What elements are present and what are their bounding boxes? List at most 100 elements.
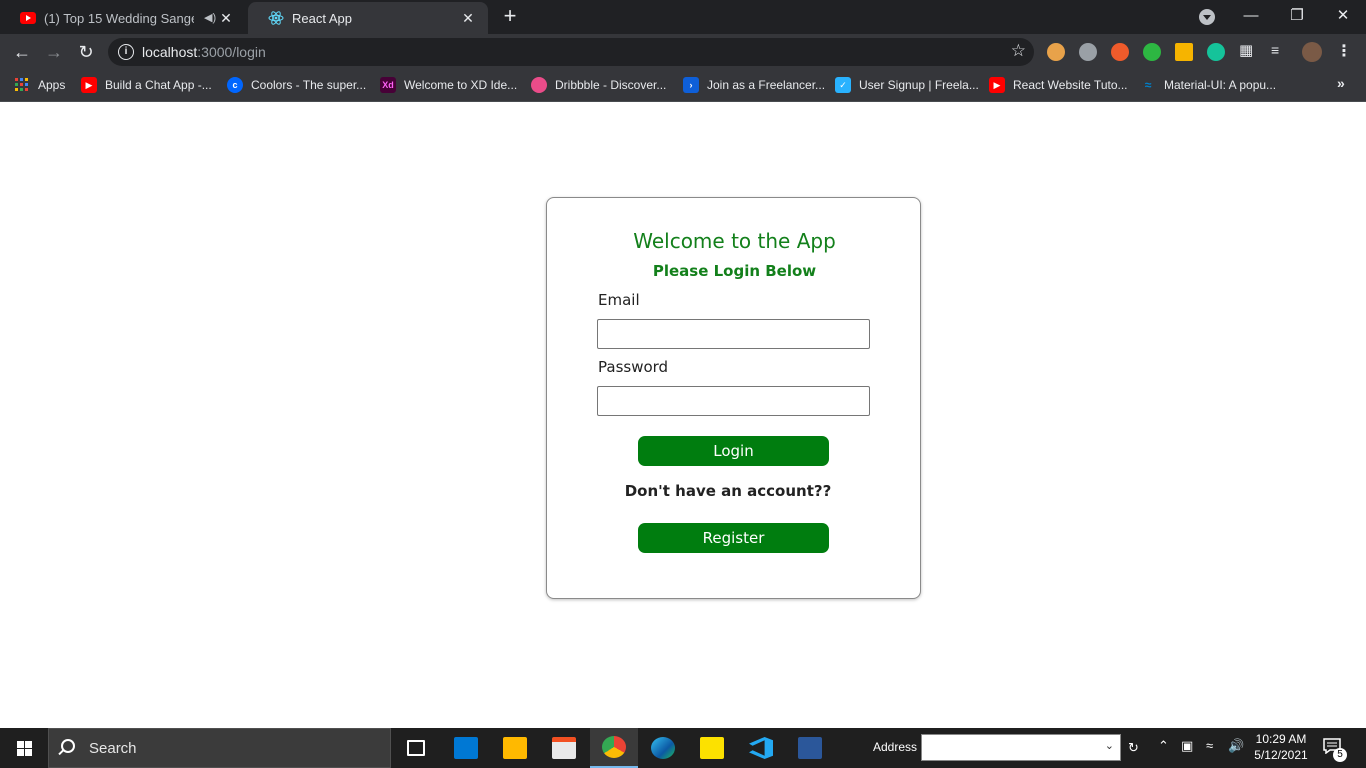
address-go-icon[interactable]: ↻ bbox=[1128, 740, 1139, 756]
xd-icon: Xd bbox=[380, 77, 396, 93]
volume-icon[interactable]: 🔊 bbox=[1228, 738, 1244, 754]
task-view-icon bbox=[407, 740, 425, 756]
back-arrow-icon[interactable]: ← bbox=[10, 40, 34, 64]
material-ui-icon: ≈ bbox=[1144, 78, 1152, 92]
bookmark-xd[interactable]: Xd Welcome to XD Ide... bbox=[380, 77, 517, 93]
bookmark-label: Coolors - The super... bbox=[251, 78, 367, 92]
bookmark-label: Material-UI: A popu... bbox=[1164, 78, 1277, 92]
windows-taskbar: Search Address ⌄ ↻ ⌃ ▣ ≈ 🔊 10:29 AM 5/12… bbox=[0, 728, 1366, 768]
mail-icon bbox=[454, 737, 478, 759]
bookmark-chat-app[interactable]: ▶ Build a Chat App -... bbox=[81, 77, 212, 93]
tab-title: React App bbox=[292, 10, 352, 26]
new-tab-button[interactable]: + bbox=[498, 5, 522, 29]
coolors-icon: c bbox=[227, 77, 243, 93]
taskbar-file-explorer[interactable] bbox=[491, 728, 539, 768]
password-label: Password bbox=[598, 358, 669, 376]
register-button[interactable]: Register bbox=[638, 523, 829, 553]
youtube-icon: ▶ bbox=[81, 77, 97, 93]
dribbble-icon bbox=[531, 77, 547, 93]
taskbar-sticky-notes[interactable] bbox=[688, 728, 736, 768]
url-path: :3000/login bbox=[197, 44, 266, 60]
extension-bulb-icon[interactable] bbox=[1079, 43, 1097, 61]
search-icon bbox=[61, 739, 75, 753]
close-window-button[interactable]: ✕ bbox=[1320, 0, 1366, 30]
taskbar-chrome[interactable] bbox=[590, 728, 638, 768]
taskbar-mail[interactable] bbox=[442, 728, 490, 768]
bookmark-dribbble[interactable]: Dribbble - Discover... bbox=[531, 77, 666, 93]
react-icon bbox=[268, 10, 284, 26]
forward-arrow-icon[interactable]: → bbox=[42, 40, 66, 64]
device-icon[interactable]: ▣ bbox=[1181, 738, 1193, 754]
tab-react-app[interactable]: React App ✕ bbox=[248, 2, 488, 34]
bookmark-react-tutorial[interactable]: ▶ React Website Tuto... bbox=[989, 77, 1128, 93]
email-label: Email bbox=[598, 291, 640, 309]
taskbar-search[interactable]: Search bbox=[48, 728, 391, 768]
windows-logo-icon bbox=[16, 740, 32, 756]
wifi-icon[interactable]: ≈ bbox=[1206, 738, 1213, 753]
address-toolbar-input[interactable]: ⌄ bbox=[921, 734, 1121, 761]
bookmark-star-icon[interactable]: ☆ bbox=[1011, 41, 1026, 61]
word-icon bbox=[798, 737, 822, 759]
page-content: Welcome to the App Please Login Below Em… bbox=[0, 103, 1366, 728]
google-drive-icon[interactable] bbox=[1175, 43, 1193, 61]
clock-date: 5/12/2021 bbox=[1254, 748, 1308, 762]
chevron-down-icon[interactable]: ⌄ bbox=[1105, 739, 1114, 752]
bookmark-label: User Signup | Freela... bbox=[859, 78, 979, 92]
browser-tab-strip: (1) Top 15 Wedding Sangeet ◀) ✕ React Ap… bbox=[0, 0, 1366, 34]
taskbar-edge[interactable] bbox=[639, 728, 687, 768]
more-bookmarks-icon[interactable]: » bbox=[1337, 75, 1345, 91]
browser-menu-icon[interactable]: ⋮ bbox=[1336, 41, 1352, 61]
freelancer-icon: › bbox=[683, 77, 699, 93]
password-field[interactable] bbox=[597, 386, 870, 416]
chrome-icon bbox=[602, 736, 626, 758]
address-toolbar-label: Address bbox=[873, 740, 918, 754]
notification-count-badge: 5 bbox=[1333, 748, 1347, 762]
minimize-button[interactable]: — bbox=[1228, 0, 1274, 30]
bookmark-label: Welcome to XD Ide... bbox=[404, 78, 518, 92]
extensions-puzzle-icon[interactable]: ▦ bbox=[1239, 41, 1257, 59]
taskbar-word[interactable] bbox=[786, 728, 834, 768]
grammarly-icon[interactable] bbox=[1207, 43, 1225, 61]
sound-icon[interactable]: ◀) bbox=[204, 11, 216, 24]
tab-youtube[interactable]: (1) Top 15 Wedding Sangeet ◀) ✕ bbox=[0, 2, 246, 34]
url-host: localhost bbox=[142, 44, 198, 60]
bookmark-apps[interactable]: Apps bbox=[14, 77, 65, 93]
sticky-notes-icon bbox=[700, 737, 724, 759]
show-hidden-icons-icon[interactable]: ⌃ bbox=[1158, 738, 1169, 754]
apps-grid-icon bbox=[14, 77, 30, 93]
evernote-icon[interactable] bbox=[1143, 43, 1161, 61]
edge-icon bbox=[651, 737, 675, 759]
site-info-icon[interactable]: i bbox=[118, 44, 134, 60]
login-button[interactable]: Login bbox=[638, 436, 829, 466]
store-icon bbox=[552, 737, 576, 759]
reload-icon[interactable]: ↻ bbox=[74, 40, 98, 64]
taskbar-store[interactable] bbox=[540, 728, 588, 768]
system-clock[interactable]: 10:29 AM 5/12/2021 bbox=[1253, 731, 1309, 763]
bookmark-freelancer-signup[interactable]: ✓ User Signup | Freela... bbox=[835, 77, 979, 93]
restore-button[interactable]: ❐ bbox=[1274, 0, 1320, 30]
url-text[interactable]: localhost:3000/login bbox=[142, 44, 266, 60]
bookmark-material-ui[interactable]: ≈ Material-UI: A popu... bbox=[1140, 77, 1276, 93]
profile-avatar[interactable] bbox=[1302, 42, 1322, 62]
address-bar[interactable]: i localhost:3000/login ☆ bbox=[108, 38, 1034, 66]
bookmark-label: Build a Chat App -... bbox=[105, 78, 212, 92]
extension-glasses-icon[interactable] bbox=[1047, 43, 1065, 61]
email-field[interactable] bbox=[597, 319, 870, 349]
close-tab-icon[interactable]: ✕ bbox=[218, 10, 234, 26]
taskbar-vscode[interactable] bbox=[737, 728, 785, 768]
page-subtitle: Please Login Below bbox=[652, 262, 817, 280]
bookmark-label: React Website Tuto... bbox=[1013, 78, 1128, 92]
page-title: Welcome to the App bbox=[633, 229, 836, 253]
extension-fox-icon[interactable] bbox=[1111, 43, 1129, 61]
task-view-button[interactable] bbox=[392, 728, 440, 768]
tab-search-icon[interactable] bbox=[1199, 9, 1215, 25]
media-queue-icon[interactable]: ≡ bbox=[1271, 42, 1289, 60]
bookmark-freelancer[interactable]: › Join as a Freelancer... bbox=[683, 77, 825, 93]
no-account-text: Don't have an account?? bbox=[624, 482, 832, 500]
bookmark-coolors[interactable]: c Coolors - The super... bbox=[227, 77, 366, 93]
browser-toolbar: ← → ↻ i localhost:3000/login ☆ ▦ ≡ ⋮ bbox=[0, 34, 1366, 70]
close-tab-icon[interactable]: ✕ bbox=[460, 10, 476, 26]
start-button[interactable] bbox=[0, 728, 48, 768]
bookmark-label: Join as a Freelancer... bbox=[707, 78, 826, 92]
vscode-icon bbox=[749, 737, 773, 759]
